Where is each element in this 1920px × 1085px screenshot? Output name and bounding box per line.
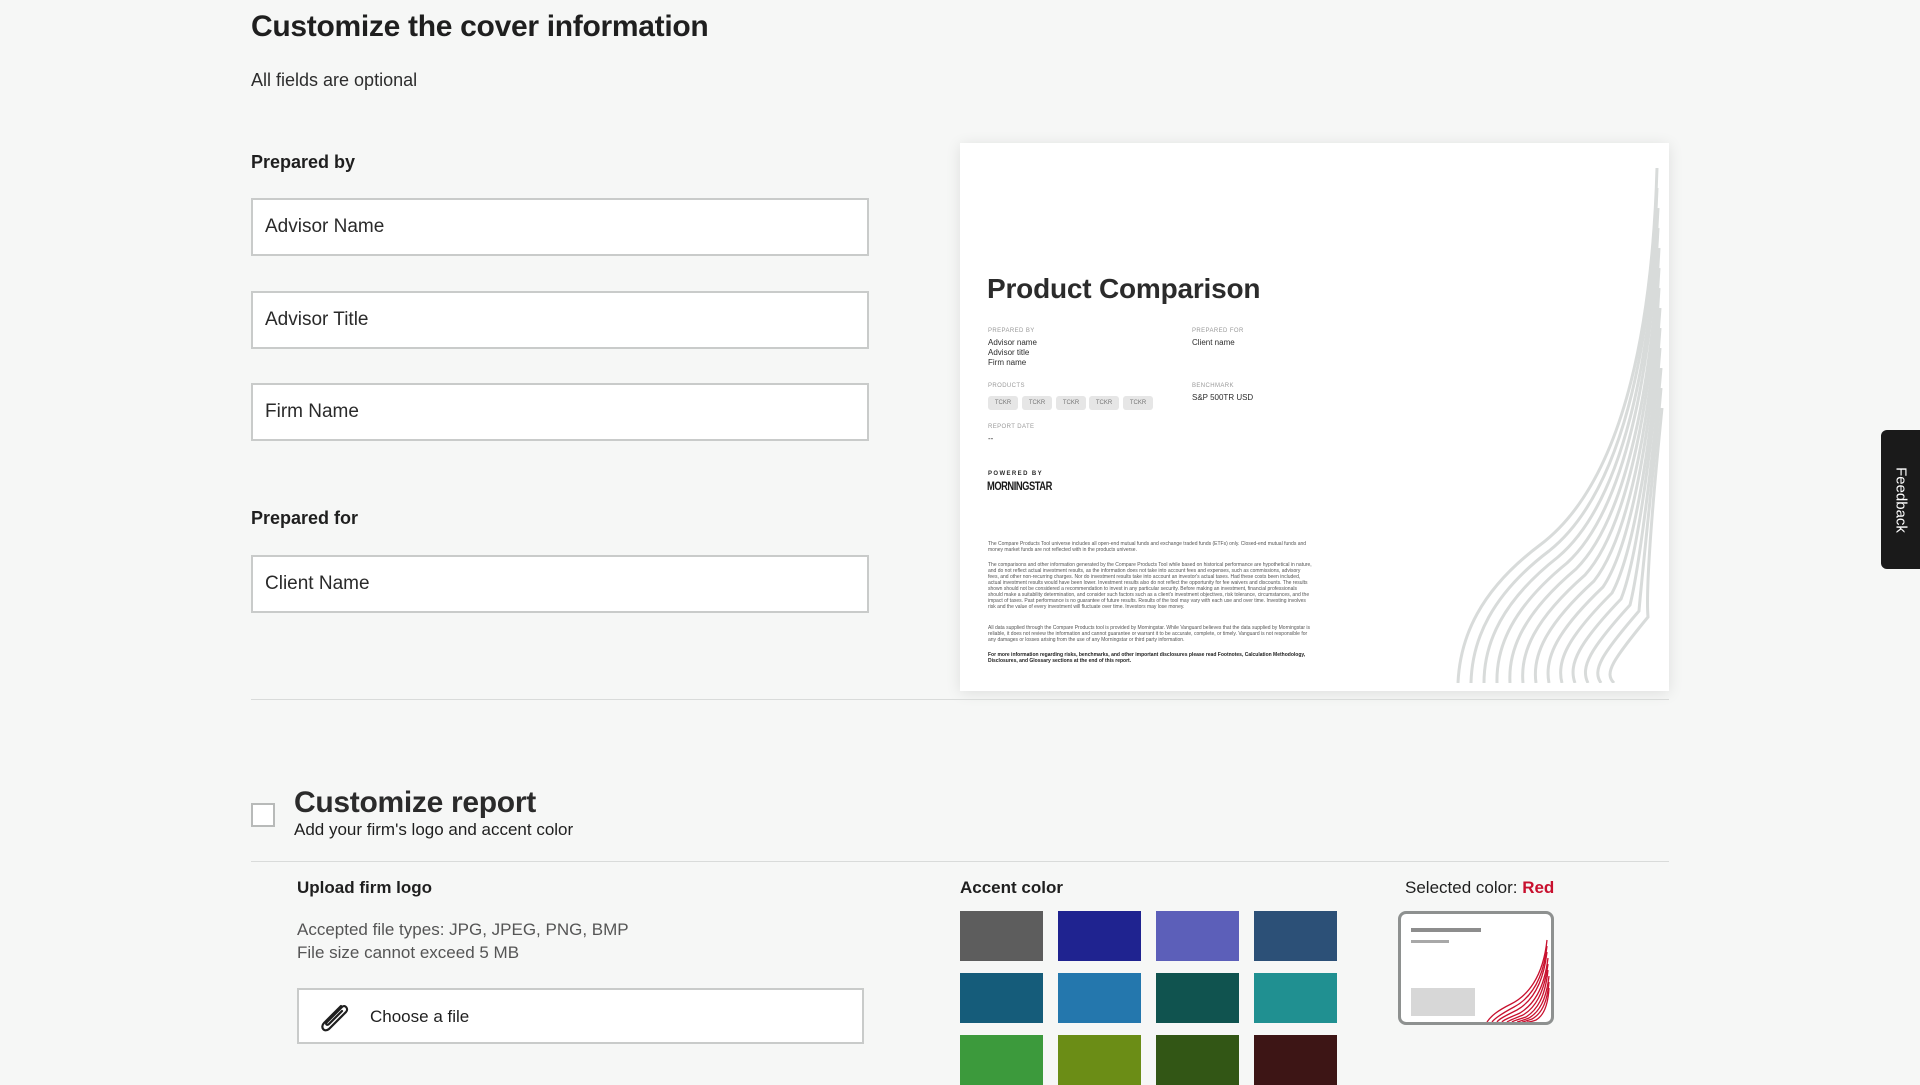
preview-disclaimer: All data supplied through the Compare Pr… xyxy=(988,625,1311,643)
preview-ticker-chip: TCKR xyxy=(1089,396,1119,410)
decorative-waves xyxy=(1456,167,1664,683)
preview-ticker-chip: TCKR xyxy=(1022,396,1052,410)
customize-report-subtitle: Add your firm's logo and accent color xyxy=(294,820,574,839)
selected-color-label: Selected color: xyxy=(1405,878,1523,897)
preview-ticker-chip: TCKR xyxy=(988,396,1018,410)
preview-advisor-title: Advisor title xyxy=(988,348,1030,357)
customize-report-checkbox[interactable] xyxy=(251,803,275,827)
preview-prepared-by-caption: PREPARED BY xyxy=(988,328,1035,334)
file-size-limit: File size cannot exceed 5 MB xyxy=(297,943,520,962)
choose-file-button[interactable]: Choose a file xyxy=(297,988,864,1044)
choose-file-label: Choose a file xyxy=(370,1007,470,1026)
cover-preview: Product Comparison PREPARED BY Advisor n… xyxy=(960,143,1669,691)
accent-color-swatch[interactable] xyxy=(1058,973,1141,1023)
accent-color-swatch[interactable] xyxy=(1254,1035,1337,1085)
preview-report-date-caption: REPORT DATE xyxy=(988,424,1035,430)
advisor-name-field[interactable] xyxy=(251,198,869,256)
accent-color-swatch[interactable] xyxy=(960,1035,1043,1085)
prepared-by-label: Prepared by xyxy=(251,152,356,172)
preview-title: Product Comparison xyxy=(987,273,1261,304)
accent-color-swatch[interactable] xyxy=(1156,1035,1239,1085)
preview-firm-name: Firm name xyxy=(988,358,1027,367)
preview-ticker-chip: TCKR xyxy=(1123,396,1153,410)
thumb-title-line xyxy=(1411,928,1481,932)
accent-color-swatch[interactable] xyxy=(1058,911,1141,961)
selected-color-text: Selected color: Red xyxy=(1405,878,1554,898)
preview-disclaimer-bold: For more information regarding risks, be… xyxy=(988,652,1306,664)
selected-color-value: Red xyxy=(1522,878,1555,897)
firm-name-field[interactable] xyxy=(251,383,869,441)
preview-prepared-for-caption: PREPARED FOR xyxy=(1192,328,1244,334)
accent-color-swatch[interactable] xyxy=(1254,911,1337,961)
thumb-accent-waves xyxy=(1486,939,1550,1022)
preview-benchmark: S&P 500TR USD xyxy=(1192,393,1254,402)
section-divider xyxy=(251,699,1669,700)
feedback-label: Feedback xyxy=(1892,466,1909,533)
advisor-title-field[interactable] xyxy=(251,291,869,349)
preview-benchmark-caption: BENCHMARK xyxy=(1192,383,1234,389)
preview-client-name: Client name xyxy=(1192,338,1235,347)
accent-color-swatch[interactable] xyxy=(960,911,1043,961)
prepared-for-label: Prepared for xyxy=(251,508,359,528)
accent-color-swatch[interactable] xyxy=(1156,911,1239,961)
accepted-file-types: Accepted file types: JPG, JPEG, PNG, BMP xyxy=(297,920,629,939)
preview-advisor-name: Advisor name xyxy=(988,338,1037,347)
page-title: Customize the cover information xyxy=(251,10,709,43)
preview-powered-by: POWERED BY xyxy=(988,471,1044,477)
preview-products-caption: PRODUCTS xyxy=(988,383,1025,389)
feedback-tab[interactable]: Feedback xyxy=(1881,430,1920,569)
thumb-subtitle-line xyxy=(1411,940,1449,943)
thumb-block xyxy=(1411,988,1475,1016)
accent-color-swatch[interactable] xyxy=(1156,973,1239,1023)
section-divider xyxy=(251,861,1669,862)
accent-color-swatch[interactable] xyxy=(960,973,1043,1023)
preview-disclaimer: The comparisons and other information ge… xyxy=(988,562,1312,610)
accent-color-swatch[interactable] xyxy=(1058,1035,1141,1085)
page-subtitle: All fields are optional xyxy=(251,70,418,90)
client-name-field[interactable] xyxy=(251,555,869,613)
paperclip-icon xyxy=(321,1004,349,1032)
customize-report-title: Customize report xyxy=(294,786,536,819)
selected-color-preview xyxy=(1398,911,1554,1025)
accent-color-swatch[interactable] xyxy=(1254,973,1337,1023)
upload-logo-label: Upload firm logo xyxy=(297,878,433,897)
preview-morningstar-logo: MORNINGSTAR xyxy=(987,479,1052,493)
preview-report-date: -- xyxy=(988,434,994,443)
accent-color-label: Accent color xyxy=(960,878,1063,897)
preview-ticker-chip: TCKR xyxy=(1056,396,1086,410)
preview-disclaimer: The Compare Products Tool universe inclu… xyxy=(988,541,1307,553)
